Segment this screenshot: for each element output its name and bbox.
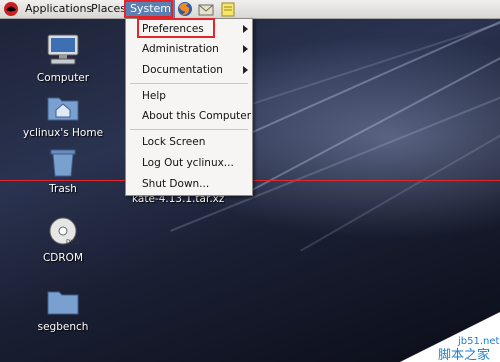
desktop-icon-label: segbench	[37, 321, 89, 333]
notes-icon[interactable]	[220, 1, 236, 17]
trash-icon	[50, 149, 76, 177]
menu-item-lock-screen[interactable]: Lock Screen	[126, 132, 252, 152]
menu-item-administration[interactable]: Administration	[126, 39, 252, 59]
menu-separator	[130, 83, 248, 84]
menu-separator	[130, 129, 248, 130]
submenu-arrow-icon	[243, 66, 248, 74]
svg-text:DVD: DVD	[66, 239, 79, 246]
desktop-icon-label: Trash	[49, 183, 77, 195]
firefox-icon[interactable]	[177, 1, 193, 17]
desktop-icon-label: Computer	[36, 72, 90, 84]
desktop-icon-label: CDROM	[42, 252, 84, 264]
menu-item-preferences[interactable]: Preferences	[126, 19, 252, 39]
desktop-icon-segbench[interactable]: segbench	[23, 288, 103, 333]
mail-icon[interactable]	[198, 1, 214, 17]
folder-icon	[47, 291, 79, 315]
watermark-site: jb51.net	[457, 336, 500, 347]
menu-item-about[interactable]: About this Computer	[126, 106, 252, 126]
menu-system[interactable]: System	[126, 0, 176, 18]
menu-applications[interactable]: Applications	[25, 0, 92, 18]
menu-places[interactable]: Places	[91, 0, 126, 18]
menu-item-documentation[interactable]: Documentation	[126, 60, 252, 80]
computer-icon	[47, 34, 79, 65]
desktop-icon-computer[interactable]: Computer	[23, 33, 103, 84]
home-folder-icon	[47, 97, 79, 121]
watermark: jb51.net 脚本之家	[400, 312, 500, 362]
desktop-icon-cdrom[interactable]: DVD CDROM	[23, 217, 103, 264]
top-panel: Applications Places System	[0, 0, 500, 19]
submenu-arrow-icon	[243, 25, 248, 33]
desktop-icon-trash[interactable]: Trash	[23, 148, 103, 195]
cdrom-icon: DVD	[49, 217, 80, 246]
desktop-icon-label: yclinux's Home	[23, 127, 104, 139]
system-menu-dropdown: Preferences Administration Documentation…	[125, 18, 253, 196]
menu-item-shut-down[interactable]: Shut Down...	[126, 174, 252, 194]
watermark-text: 脚本之家	[438, 347, 490, 362]
desktop-icon-home[interactable]: yclinux's Home	[23, 92, 103, 139]
menu-item-help[interactable]: Help	[126, 86, 252, 106]
submenu-arrow-icon	[243, 45, 248, 53]
redhat-logo-icon[interactable]	[3, 1, 19, 17]
menu-item-log-out[interactable]: Log Out yclinux...	[126, 153, 252, 173]
